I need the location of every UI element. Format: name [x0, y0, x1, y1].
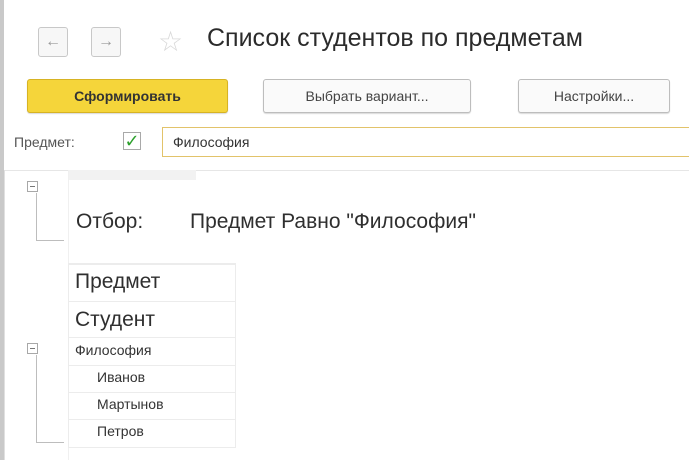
page-title: Список студентов по предметам [207, 24, 583, 52]
arrow-right-icon: → [98, 33, 114, 50]
selection-text: Отбор: Предмет Равно "Философия" [76, 210, 476, 234]
report-column-header-shade [68, 170, 196, 180]
report-left-border [4, 170, 5, 460]
header-subject: Предмет [68, 264, 236, 302]
selection-value: Предмет Равно "Философия" [190, 210, 476, 233]
student-row[interactable]: Мартынов [68, 393, 236, 420]
group-row-subject[interactable]: Философия [68, 338, 236, 366]
selection-label: Отбор: [76, 210, 144, 233]
filter-subject-field[interactable]: Философия [162, 127, 689, 157]
choose-variant-button[interactable]: Выбрать вариант... [263, 79, 471, 113]
filter-subject-checkbox[interactable]: ✓ [123, 132, 141, 150]
collapse-group-icon[interactable] [27, 343, 38, 354]
student-row[interactable]: Петров [68, 420, 236, 448]
outline-line [36, 193, 37, 240]
generate-button[interactable]: Сформировать [27, 79, 228, 113]
filter-subject-label: Предмет: [14, 134, 75, 150]
header-student: Студент [68, 302, 236, 338]
arrow-left-icon: ← [45, 33, 61, 50]
star-icon[interactable]: ☆ [158, 27, 183, 57]
collapse-selection-icon[interactable] [27, 181, 38, 192]
outline-line [36, 240, 64, 241]
checkmark-icon: ✓ [124, 131, 140, 151]
student-row[interactable]: Иванов [68, 366, 236, 393]
back-button[interactable]: ← [38, 27, 68, 57]
forward-button[interactable]: → [91, 27, 121, 57]
outline-line [36, 442, 64, 443]
settings-button[interactable]: Настройки... [518, 79, 670, 113]
outline-line [36, 355, 37, 442]
